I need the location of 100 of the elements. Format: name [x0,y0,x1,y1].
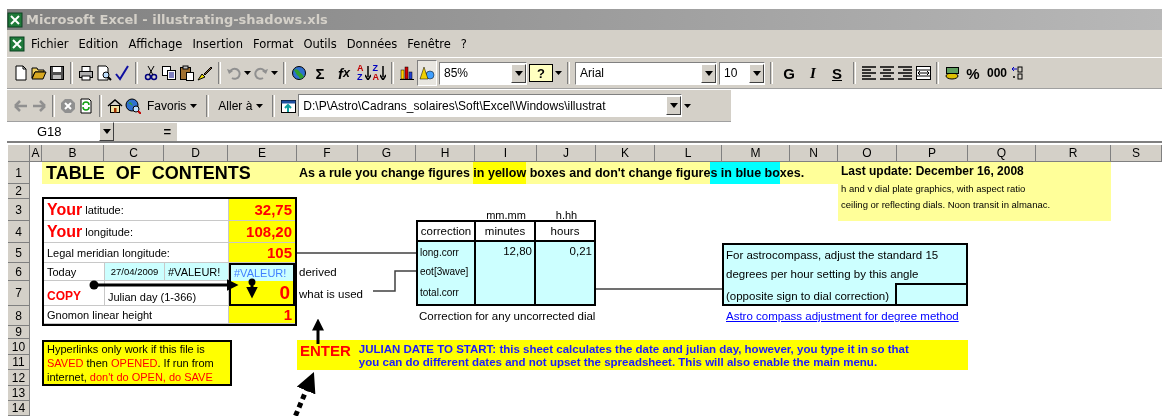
column-header[interactable]: G [358,145,416,162]
caret-icon[interactable] [684,103,692,108]
underline-button[interactable]: S [826,62,848,84]
caret-icon[interactable] [190,103,198,108]
row-header[interactable]: 4 [8,221,30,243]
zoom-combo[interactable]: 85% [439,61,527,85]
percent-button[interactable]: % [962,62,984,84]
merge-cells-icon[interactable] [915,65,931,81]
dropdown-button[interactable] [701,63,716,83]
bold-button[interactable]: G [778,62,800,84]
row-header[interactable]: 5 [8,243,30,263]
column-header[interactable]: H [416,145,475,162]
row-header[interactable]: 12 [8,370,30,386]
equals-button[interactable]: = [114,122,177,141]
menu-item[interactable]: Edition [74,34,123,53]
column-header[interactable]: Q [968,145,1036,162]
caret-icon[interactable] [271,71,278,75]
row-header[interactable]: 2 [8,184,30,199]
select-all-button[interactable] [8,145,30,162]
house-icon[interactable] [107,97,123,114]
copy-icon[interactable] [161,65,177,81]
scissors-icon[interactable] [143,65,159,81]
column-header[interactable]: N [790,145,838,162]
dropdown-button[interactable] [666,96,682,115]
menu-item[interactable]: Insertion [188,34,247,53]
row-header[interactable]: 7 [8,281,30,306]
money-icon[interactable] [944,65,960,81]
help-button[interactable]: ? [529,64,553,82]
column-header[interactable]: E [228,145,297,162]
check-mark-icon[interactable] [114,65,130,81]
thousands-button[interactable]: 000 [986,62,1008,84]
column-header[interactable]: F [297,145,358,162]
value-cell[interactable]: 0 [229,281,295,306]
column-header[interactable]: A [30,145,42,162]
row-header[interactable]: 6 [8,263,30,281]
value-cell[interactable]: 105 [229,243,295,263]
align-right-icon[interactable] [897,65,913,81]
caret-icon[interactable] [256,103,264,108]
column-header[interactable]: R [1036,145,1111,162]
column-header[interactable]: M [722,145,790,162]
go-menu[interactable]: Aller à [218,98,253,113]
row-header[interactable]: 14 [8,401,30,416]
paintbrush-icon[interactable] [197,65,213,81]
menu-item[interactable]: Données [342,34,402,53]
new-document-icon[interactable] [13,65,29,81]
refresh-icon[interactable] [78,97,94,114]
bar-chart-icon[interactable] [399,65,415,81]
align-left-icon[interactable] [861,65,877,81]
spreadsheet-icon[interactable] [7,11,23,28]
window-upload-icon[interactable] [280,97,297,114]
column-header[interactable]: K [596,145,655,162]
column-header[interactable]: D [164,145,228,162]
hyperlink[interactable]: Astro compass adjustment for degree method [726,310,959,322]
sort-descending-button[interactable]: Z A [372,62,386,84]
favorites-menu[interactable]: Favoris [147,98,187,113]
globe-icon[interactable] [291,65,307,81]
sort-ascending-button[interactable]: A Z [357,62,371,84]
menu-item[interactable]: Fenêtre [403,34,455,53]
dropdown-button[interactable] [749,63,764,83]
decimal-places-icon[interactable] [1010,65,1026,81]
drawing-toggle[interactable] [417,60,437,86]
font-size-combo[interactable]: 10 [719,61,765,85]
column-header[interactable]: B [42,145,104,162]
column-header[interactable]: J [537,145,596,162]
column-header[interactable]: P [897,145,968,162]
spreadsheet-icon[interactable] [9,35,25,52]
value-cell[interactable]: 1 [229,306,295,324]
value-cell[interactable]: 108,20 [229,221,295,243]
clipboard-icon[interactable] [179,65,195,81]
folder-icon[interactable] [31,65,47,81]
stop-icon[interactable] [60,97,76,114]
menu-item[interactable]: Outils [299,34,341,53]
menu-item[interactable]: Affichage [124,34,187,53]
menu-item[interactable]: Fichier [27,34,73,53]
font-combo[interactable]: Arial [575,61,717,85]
row-header[interactable]: 13 [8,386,30,401]
italic-button[interactable]: I [802,62,824,84]
column-header[interactable]: S [1111,145,1162,162]
row-header[interactable]: 8 [8,306,30,326]
sum-button[interactable]: Σ [309,62,331,84]
column-header[interactable]: L [655,145,722,162]
column-header[interactable]: C [104,145,164,162]
row-header[interactable]: 9 [8,326,30,339]
row-header[interactable]: 11 [8,355,30,370]
caret-icon[interactable] [244,71,251,75]
print-preview-icon[interactable] [96,65,112,81]
row-header[interactable]: 1 [8,162,30,184]
menu-item[interactable]: ? [456,34,471,53]
align-center-icon[interactable] [879,65,895,81]
globe-magnifier-icon[interactable] [125,97,141,114]
shapes-icon[interactable] [419,65,435,81]
column-header[interactable]: O [838,145,897,162]
row-header[interactable]: 3 [8,199,30,221]
dropdown-button[interactable] [99,122,114,141]
menu-item[interactable]: Format [248,34,298,53]
value-cell[interactable] [895,283,966,304]
address-combo[interactable]: D:\P\Astro\Cadrans_solaires\Soft\Excel\Windows\illustrat [298,94,683,117]
column-header[interactable]: I [475,145,537,162]
printer-icon[interactable] [78,65,94,81]
dropdown-button[interactable] [511,63,526,83]
